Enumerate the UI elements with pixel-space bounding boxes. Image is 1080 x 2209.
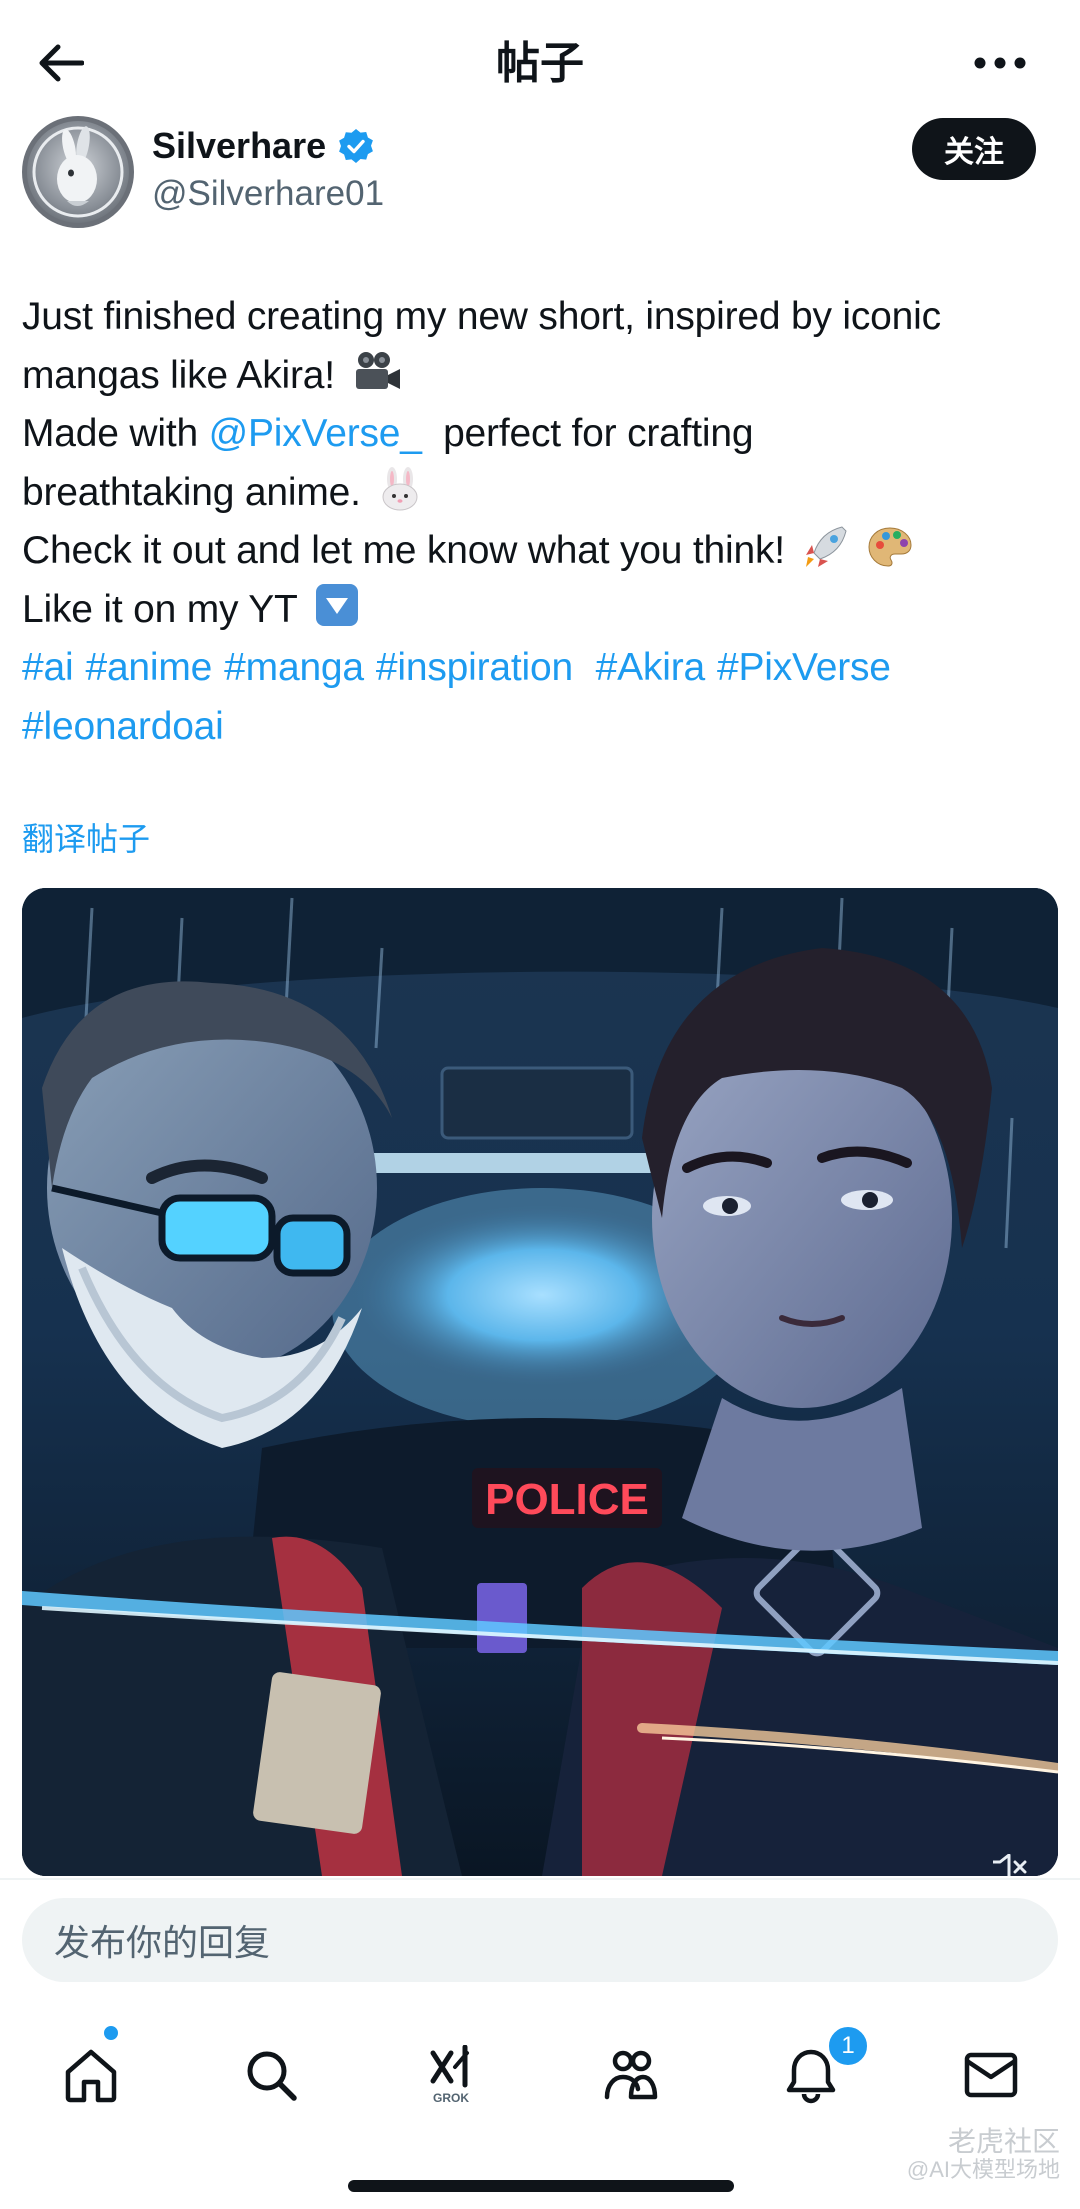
muted-speaker-icon[interactable] — [990, 1854, 1030, 1876]
hashtag-link[interactable]: #inspiration — [376, 646, 573, 689]
nav-communities[interactable] — [586, 2030, 676, 2120]
post-line: Made with @PixVerse_ perfect for craftin… — [22, 405, 1062, 464]
video-camera-emoji — [355, 351, 400, 389]
nav-grok[interactable]: GROK — [406, 2030, 496, 2120]
watermark-line1: 老虎社区 — [947, 2126, 1060, 2157]
palette-emoji — [868, 527, 912, 567]
post-text-run: Just finished creating my new short, ins… — [22, 295, 941, 338]
translate-post-link[interactable]: 翻译帖子 — [22, 817, 150, 861]
author-handle[interactable]: @Silverhare01 — [152, 172, 384, 216]
page-title: 帖子 — [496, 39, 584, 88]
reply-placeholder: 发布你的回复 — [54, 1922, 271, 1963]
police-sign-text: POLICE — [485, 1475, 649, 1524]
mail-icon — [964, 2052, 1018, 2098]
post-line: mangas like Akira! — [22, 347, 1062, 406]
hashtag-link[interactable]: #Akira — [596, 646, 706, 689]
grok-icon — [430, 2045, 469, 2088]
post-video[interactable]: POLICE — [22, 888, 1058, 1876]
hashtag-link[interactable]: #leonardoai — [22, 705, 224, 748]
composer-divider — [0, 1878, 1080, 1880]
display-name[interactable]: Silverhare — [152, 124, 326, 168]
hashtag-link[interactable]: #ai — [22, 646, 74, 689]
down-arrow-emoji — [315, 583, 358, 626]
verified-badge-icon — [339, 129, 374, 163]
rabbit-emoji — [382, 466, 418, 510]
hare-logo-icon — [32, 126, 124, 218]
post-line: Just finished creating my new short, ins… — [22, 288, 1062, 347]
mention-link[interactable]: @PixVerse_ — [209, 412, 422, 455]
people-icon — [604, 2050, 658, 2100]
video-frame: POLICE — [22, 888, 1058, 1876]
post-text-run: breathtaking anime. — [22, 470, 361, 514]
nav-home[interactable] — [46, 2030, 136, 2120]
hashtag-line: #ai #anime #manga #inspiration #Akira #PixVe… — [22, 639, 1062, 698]
grok-label: GROK — [433, 2091, 469, 2105]
post-line: Like it on my YT — [22, 581, 1062, 640]
arrow-left-icon — [39, 44, 84, 82]
rocket-emoji — [805, 526, 847, 567]
more-horizontal-icon — [974, 57, 1026, 69]
post-text: Just finished creating my new short, ins… — [22, 288, 1062, 756]
post-text-run: Like it on my YT — [22, 587, 297, 631]
hashtag-line: #leonardoai — [22, 698, 1062, 757]
post-text-run: mangas like Akira! — [22, 353, 335, 397]
home-unread-dot — [102, 2024, 120, 2042]
home-indicator[interactable] — [348, 2180, 734, 2192]
author-name-row: Silverhare — [152, 124, 374, 168]
search-icon — [247, 2051, 297, 2101]
watermark: 老虎社区 @AI大模型场地 — [900, 2128, 1060, 2184]
post-line: Check it out and let me know what you th… — [22, 522, 1062, 581]
watermark-line2: @AI大模型场地 — [906, 2157, 1060, 2182]
post-text-run: Made with — [22, 412, 198, 455]
reply-input[interactable]: 发布你的回复 — [22, 1898, 1058, 1982]
nav-search[interactable] — [226, 2030, 316, 2120]
follow-button[interactable]: 关注 — [912, 118, 1036, 180]
more-button[interactable] — [962, 30, 1038, 96]
hashtag-link[interactable]: #anime — [85, 646, 212, 689]
notification-badge: 1 — [826, 2024, 870, 2068]
hashtag-link[interactable]: #manga — [224, 646, 364, 689]
back-button[interactable] — [28, 30, 94, 96]
post-text-run: Check it out and let me know what you th… — [22, 529, 785, 572]
avatar[interactable] — [22, 116, 134, 228]
post-text-run: perfect for crafting — [443, 412, 754, 455]
hashtag-link[interactable]: #PixVerse — [717, 646, 891, 689]
post-line: breathtaking anime. — [22, 464, 1062, 523]
home-icon — [65, 2049, 117, 2103]
nav-messages[interactable] — [946, 2030, 1036, 2120]
